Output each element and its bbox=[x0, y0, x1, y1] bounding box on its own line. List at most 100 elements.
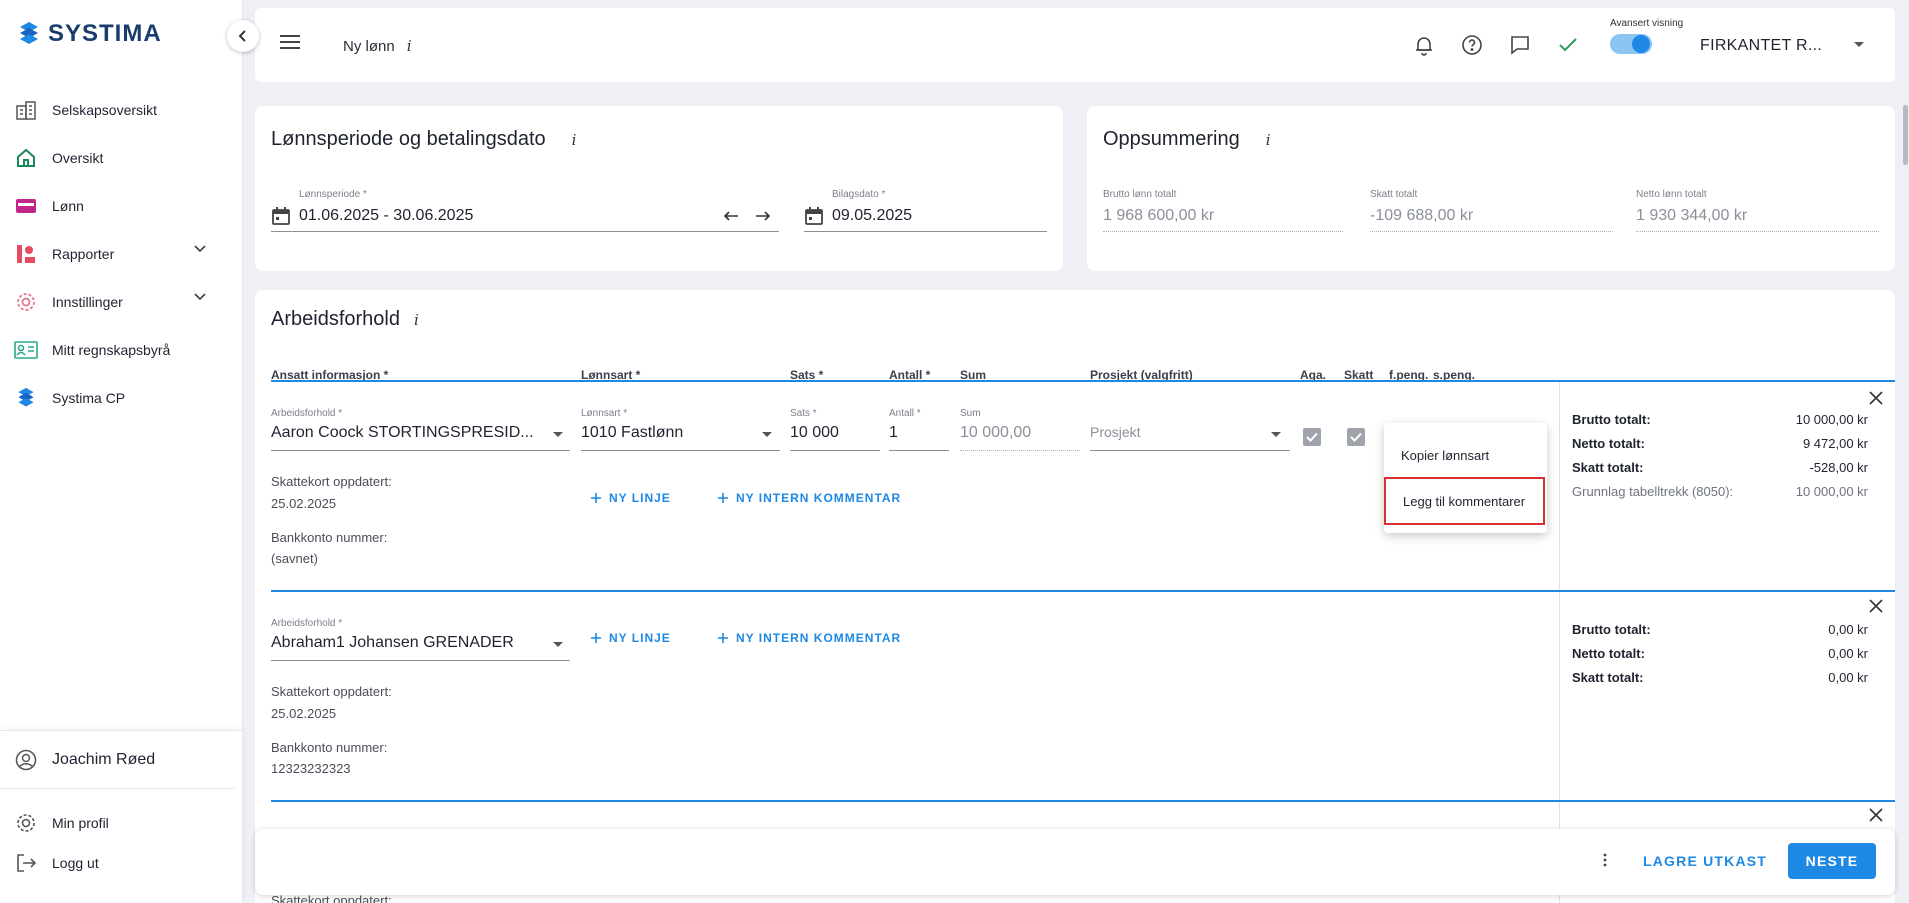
plus-icon bbox=[591, 493, 601, 503]
help-icon[interactable] bbox=[1459, 32, 1485, 58]
card-icon bbox=[14, 194, 38, 218]
bell-icon[interactable] bbox=[1411, 32, 1437, 58]
plus-icon bbox=[718, 493, 728, 503]
employee-select[interactable]: Aaron Coock STORTINGSPRESID... bbox=[271, 424, 561, 442]
sidebar-collapse-button[interactable] bbox=[227, 20, 259, 52]
payroll-period-field[interactable]: Lønnsperiode * 01.06.2025 - 30.06.2025 bbox=[271, 189, 779, 232]
rate-input[interactable]: 10 000 bbox=[790, 424, 839, 442]
total-row: Netto totalt: 9 472,00 kr bbox=[1572, 435, 1868, 451]
my-profile-link[interactable]: Min profil bbox=[0, 803, 243, 843]
add-internal-comment-button[interactable]: NY INTERN KOMMENTAR bbox=[718, 491, 901, 505]
chevron-left-icon bbox=[238, 30, 246, 42]
aga-checkbox[interactable] bbox=[1303, 428, 1321, 446]
rate-label: Sats * bbox=[790, 408, 817, 419]
info-icon[interactable]: i bbox=[407, 37, 412, 55]
copy-wage-type-menu-item[interactable]: Kopier lønnsart bbox=[1384, 431, 1547, 479]
close-icon[interactable] bbox=[1867, 597, 1885, 615]
sidebar-item-systima-cp[interactable]: Systima CP bbox=[0, 374, 243, 422]
project-select[interactable]: Prosjekt bbox=[1090, 424, 1141, 440]
field-label: Lønnsperiode * bbox=[299, 189, 367, 200]
row-context-menu: Kopier lønnsart Legg til kommentarer bbox=[1384, 423, 1547, 533]
sidebar-item-selskapsoversikt[interactable]: Selskapsoversikt bbox=[0, 86, 243, 134]
gross-total-value: 1 968 600,00 kr bbox=[1103, 207, 1215, 224]
chevron-down-icon[interactable] bbox=[193, 244, 207, 254]
add-line-button[interactable]: NY LINJE bbox=[591, 491, 671, 505]
caret-down-icon[interactable] bbox=[1853, 41, 1865, 49]
advanced-view-toggle[interactable] bbox=[1610, 34, 1652, 54]
avatar bbox=[14, 748, 38, 772]
voucher-date-field[interactable]: Bilagsdato * 09.05.2025 bbox=[804, 189, 1047, 232]
bank-account-label: Bankkonto nummer: bbox=[271, 740, 388, 755]
voucher-date-value: 09.05.2025 bbox=[832, 207, 913, 224]
more-vertical-icon[interactable] bbox=[1603, 853, 1607, 867]
topbar: Ny lønn i Avansert visning FIRKANTET R... bbox=[255, 8, 1895, 82]
quantity-label: Antall * bbox=[889, 408, 921, 419]
sidebar-item-label: Lønn bbox=[52, 198, 84, 214]
sidebar-item-label: Systima CP bbox=[52, 390, 126, 406]
add-line-button[interactable]: NY LINJE bbox=[591, 631, 671, 645]
tax-total-value: -109 688,00 kr bbox=[1370, 207, 1474, 224]
employee-label: Arbeidsforhold * bbox=[271, 618, 343, 629]
calendar-icon[interactable] bbox=[271, 206, 291, 226]
card-title: Oppsummering i bbox=[1103, 128, 1271, 151]
user-menu[interactable]: Joachim Røed bbox=[0, 731, 235, 789]
card-title: Lønnsperiode og betalingsdato i bbox=[271, 128, 576, 151]
net-total-value: 1 930 344,00 kr bbox=[1636, 207, 1748, 224]
quantity-input[interactable]: 1 bbox=[889, 424, 898, 442]
scrollbar[interactable] bbox=[1903, 105, 1908, 165]
wage-type-select[interactable]: 1010 Fastlønn bbox=[581, 424, 683, 442]
close-icon[interactable] bbox=[1867, 806, 1885, 824]
sidebar-item-label: Mitt regnskapsbyrå bbox=[52, 342, 171, 358]
calendar-icon[interactable] bbox=[804, 206, 824, 226]
logout-link[interactable]: Logg ut bbox=[0, 843, 243, 883]
save-draft-button[interactable]: LAGRE UTKAST bbox=[1643, 853, 1767, 869]
card-title-text: Arbeidsforhold bbox=[271, 308, 400, 330]
sum-value: 10 000,00 bbox=[960, 424, 1032, 441]
next-button[interactable]: NESTE bbox=[1788, 843, 1876, 879]
sidebar-item-lonn[interactable]: Lønn bbox=[0, 182, 243, 230]
tax-checkbox[interactable] bbox=[1347, 428, 1365, 446]
bank-account-value: 12323232323 bbox=[271, 761, 351, 776]
company-selector[interactable]: FIRKANTET R... bbox=[1700, 37, 1822, 55]
arrow-right-icon[interactable] bbox=[755, 210, 771, 222]
info-icon[interactable]: i bbox=[1266, 131, 1271, 149]
total-row: Grunnlag tabelltrekk (8050): 10 000,00 kr bbox=[1572, 483, 1868, 499]
employee-select[interactable]: Abraham1 Johansen GRENADER bbox=[271, 634, 561, 652]
field-label: Skatt totalt bbox=[1370, 189, 1418, 200]
close-icon[interactable] bbox=[1867, 389, 1885, 407]
arrow-left-icon[interactable] bbox=[723, 210, 739, 222]
card-title-text: Lønnsperiode og betalingsdato bbox=[271, 128, 546, 150]
caret-down-icon[interactable] bbox=[762, 432, 772, 437]
brand-name: SYSTIMA bbox=[48, 20, 162, 47]
wage-type-label: Lønnsart * bbox=[581, 408, 628, 419]
table-header: Ansatt informasjon * Lønnsart * Sats * A… bbox=[255, 368, 1895, 388]
sidebar-item-rapporter[interactable]: Rapporter bbox=[0, 230, 243, 278]
caret-down-icon[interactable] bbox=[1271, 432, 1281, 437]
sidebar-item-mitt-regnskapsbyra[interactable]: Mitt regnskapsbyrå bbox=[0, 326, 243, 374]
user-name: Joachim Røed bbox=[52, 750, 156, 768]
tax-total-field: Skatt totalt -109 688,00 kr bbox=[1370, 189, 1613, 232]
gross-total-field: Brutto lønn totalt 1 968 600,00 kr bbox=[1103, 189, 1343, 232]
caret-down-icon[interactable] bbox=[553, 432, 563, 437]
sidebar-item-label: Innstillinger bbox=[52, 294, 123, 310]
sidebar-item-oversikt[interactable]: Oversikt bbox=[0, 134, 243, 182]
caret-down-icon[interactable] bbox=[553, 642, 563, 647]
systima-logo-icon bbox=[14, 386, 38, 410]
divider bbox=[271, 590, 1895, 592]
info-icon[interactable]: i bbox=[414, 311, 419, 329]
sidebar-item-innstillinger[interactable]: Innstillinger bbox=[0, 278, 243, 326]
add-internal-comment-button[interactable]: NY INTERN KOMMENTAR bbox=[718, 631, 901, 645]
add-comments-menu-item[interactable]: Legg til kommentarer bbox=[1384, 477, 1545, 525]
bank-account-label: Bankkonto nummer: bbox=[271, 530, 388, 545]
row-totals: Brutto totalt: 0,00 kr Netto totalt: 0,00 … bbox=[1572, 617, 1868, 689]
building-icon bbox=[14, 98, 38, 122]
brand-logo[interactable]: SYSTIMA bbox=[18, 20, 162, 48]
chat-icon[interactable] bbox=[1507, 32, 1533, 58]
employee-label: Arbeidsforhold * bbox=[271, 408, 343, 419]
chevron-down-icon[interactable] bbox=[193, 292, 207, 302]
check-icon[interactable] bbox=[1555, 32, 1581, 58]
menu-icon[interactable] bbox=[280, 34, 300, 50]
info-icon[interactable]: i bbox=[572, 131, 577, 149]
systima-logo-icon bbox=[20, 22, 38, 44]
page-title-text: Ny lønn bbox=[343, 38, 395, 55]
